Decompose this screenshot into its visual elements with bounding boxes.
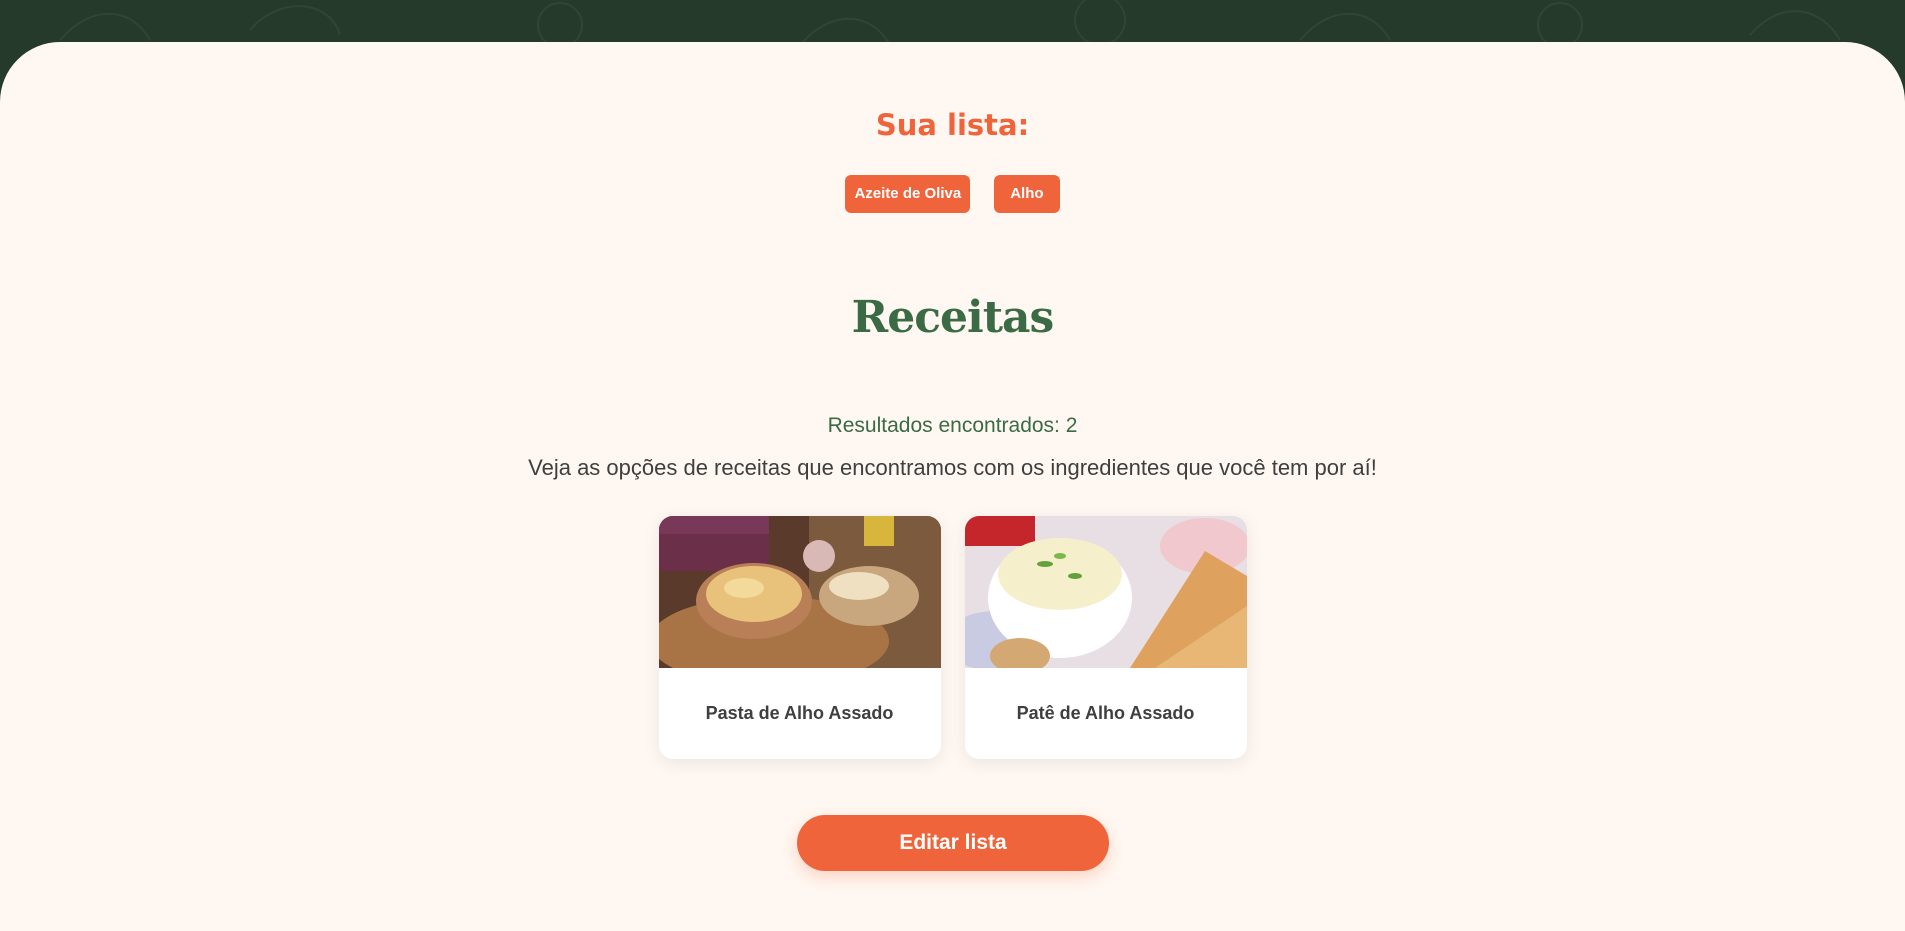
recipe-card-title: Pasta de Alho Assado xyxy=(705,703,894,723)
recipe-card[interactable]: Pasta de Alho Assado xyxy=(658,516,941,759)
ingredient-chip[interactable]: Alho xyxy=(994,175,1060,213)
recipes-title: Receitas xyxy=(851,292,1055,343)
ingredient-chips: Azeite de Oliva Alho xyxy=(0,175,1905,213)
ingredient-chip[interactable]: Azeite de Oliva xyxy=(845,175,971,213)
recipes-description: Veja as opções de receitas que encontram… xyxy=(528,455,1377,480)
recipe-image-garlic-pate xyxy=(964,516,1247,668)
list-title: Sua lista: xyxy=(875,108,1030,142)
results-count: Resultados encontrados: 2 xyxy=(827,414,1078,437)
edit-list-button[interactable]: Editar lista xyxy=(797,815,1109,871)
recipe-card-title: Patê de Alho Assado xyxy=(1016,703,1195,723)
recipe-card[interactable]: Patê de Alho Assado xyxy=(964,516,1247,759)
recipe-image-roasted-garlic-spread xyxy=(658,516,941,668)
recipe-cards: Pasta de Alho Assado Patê de Alho Assado xyxy=(0,516,1905,759)
